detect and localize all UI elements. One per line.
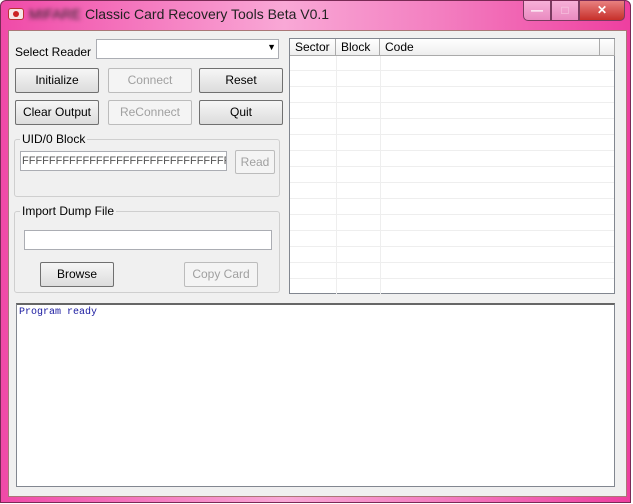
title-prefix: MIFARE (29, 6, 82, 22)
read-button[interactable]: Read (235, 150, 275, 174)
column-header-code[interactable]: Code (380, 39, 600, 56)
sector-table[interactable]: Sector Block Code (289, 38, 615, 294)
column-header-filler (600, 39, 615, 56)
import-group-label: Import Dump File (20, 204, 117, 218)
client-area: Select Reader ▼ Initialize Connect Reset… (8, 30, 627, 497)
select-reader-label: Select Reader (15, 45, 92, 59)
chevron-down-icon[interactable]: ▼ (267, 42, 276, 52)
column-divider (380, 56, 381, 294)
reset-button[interactable]: Reset (199, 68, 283, 93)
browse-button[interactable]: Browse (40, 262, 114, 287)
reader-select[interactable]: ▼ (96, 39, 279, 59)
close-button[interactable]: ✕ (579, 1, 625, 21)
app-window: MIFARE Classic Card Recovery Tools Beta … (0, 0, 631, 503)
uid-group-label: UID/0 Block (20, 132, 88, 146)
uid-group: UID/0 Block FFFFFFFFFFFFFFFFFFFFFFFFFFFF… (14, 132, 280, 197)
column-divider (336, 56, 337, 294)
initialize-button[interactable]: Initialize (15, 68, 99, 93)
uid-input[interactable]: FFFFFFFFFFFFFFFFFFFFFFFFFFFFFFFF (20, 151, 227, 171)
output-text: Program ready (19, 307, 98, 318)
clear-output-button[interactable]: Clear Output (15, 100, 99, 125)
maximize-button[interactable]: □ (551, 1, 579, 21)
dump-file-input[interactable] (24, 230, 272, 250)
column-header-block[interactable]: Block (336, 39, 380, 56)
column-header-sector[interactable]: Sector (290, 39, 336, 56)
reconnect-button[interactable]: ReConnect (108, 100, 192, 125)
quit-button[interactable]: Quit (199, 100, 283, 125)
copy-card-button[interactable]: Copy Card (184, 262, 258, 287)
title-text: Classic Card Recovery Tools Beta V0.1 (81, 6, 330, 22)
window-title: MIFARE Classic Card Recovery Tools Beta … (29, 6, 329, 22)
output-log[interactable]: Program ready (16, 303, 615, 487)
connect-button[interactable]: Connect (108, 68, 192, 93)
import-group: Import Dump File Browse Copy Card (14, 204, 280, 293)
minimize-button[interactable]: — (523, 1, 551, 21)
app-icon (8, 8, 24, 20)
